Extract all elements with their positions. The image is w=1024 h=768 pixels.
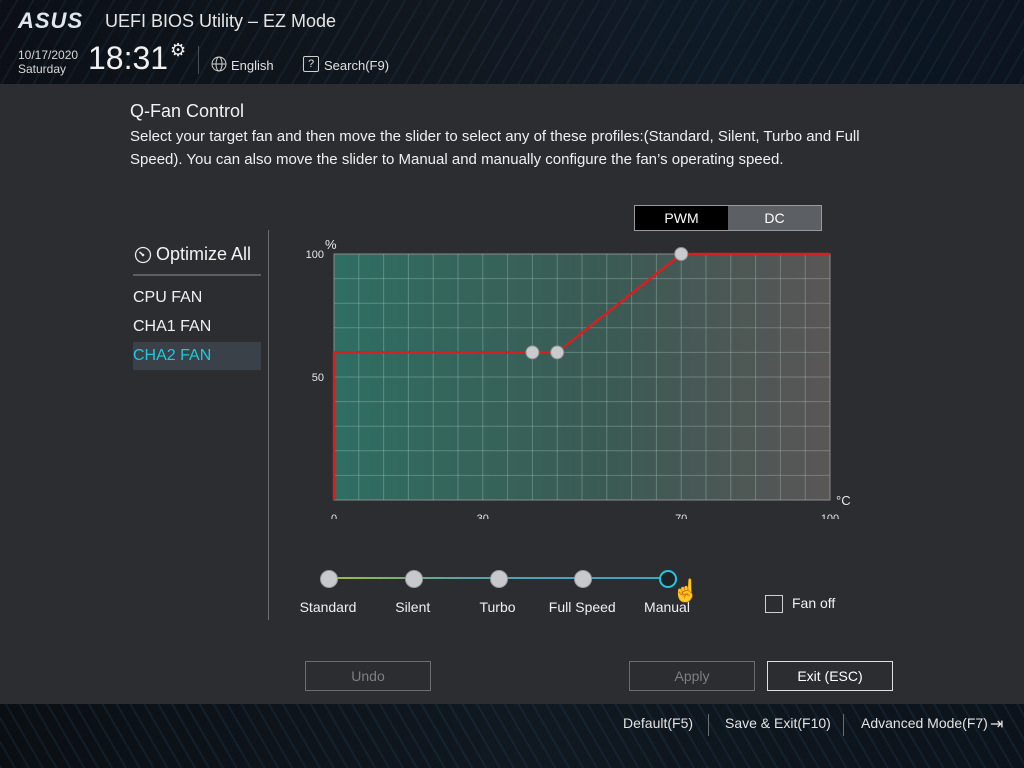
profile-knob-standard[interactable] bbox=[320, 570, 338, 588]
fan-item-cha1[interactable]: CHA1 FAN bbox=[133, 313, 261, 341]
save-exit-button[interactable]: Save & Exit(F10) bbox=[725, 715, 831, 731]
fan-curve-graph[interactable]: % °C 0 30 70 100 50 100 bbox=[300, 229, 860, 525]
gauge-icon bbox=[134, 246, 152, 263]
x-tick-label: 70 bbox=[675, 513, 687, 519]
curve-control-point[interactable] bbox=[550, 345, 565, 360]
day-text: Saturday bbox=[18, 62, 67, 76]
curve-control-point[interactable] bbox=[674, 247, 689, 261]
search-button[interactable]: Search(F9) bbox=[324, 58, 389, 73]
pwm-option[interactable]: PWM bbox=[635, 206, 728, 230]
profile-knob-full-speed[interactable] bbox=[574, 570, 593, 588]
footer-bar: Default(F5) Save & Exit(F10) Advanced Mo… bbox=[0, 704, 1024, 768]
profile-knob-turbo[interactable] bbox=[489, 570, 508, 588]
x-axis-label: °C bbox=[836, 493, 851, 508]
exit-door-icon[interactable]: ⇥ bbox=[990, 714, 1003, 734]
app-title: UEFI BIOS Utility – EZ Mode bbox=[105, 11, 337, 31]
qfan-title: Q-Fan Control bbox=[130, 101, 245, 121]
profile-label[interactable]: Full Speed bbox=[549, 599, 616, 615]
fan-item-cha2[interactable]: CHA2 FAN bbox=[133, 342, 261, 370]
curve-control-point[interactable] bbox=[525, 345, 540, 360]
x-tick-label: 0 bbox=[331, 513, 337, 519]
asus-logo: ASUS bbox=[18, 8, 84, 33]
pwm-dc-toggle[interactable]: PWM DC bbox=[634, 205, 822, 231]
fan-curve-svg[interactable]: % °C 0 30 70 100 50 100 bbox=[300, 229, 860, 525]
exit-button[interactable]: Exit (ESC) bbox=[767, 661, 893, 691]
date-text: 10/17/2020 bbox=[18, 48, 79, 62]
advanced-mode-button[interactable]: Advanced Mode(F7) bbox=[861, 715, 988, 731]
x-tick-label: 30 bbox=[477, 513, 489, 519]
divider bbox=[133, 274, 261, 276]
apply-button[interactable]: Apply bbox=[629, 661, 755, 691]
fan-off-label: Fan off bbox=[792, 595, 836, 611]
header-bar: ASUS UEFI BIOS Utility – EZ Mode 10/17/2… bbox=[0, 0, 1024, 84]
dc-option[interactable]: DC bbox=[728, 206, 821, 230]
question-box-icon[interactable]: ? bbox=[303, 56, 319, 72]
vertical-divider bbox=[268, 230, 269, 620]
hand-cursor-icon: ☝ bbox=[672, 578, 700, 603]
qfan-dialog: Q-Fan Control Select your target fan and… bbox=[0, 84, 1024, 704]
undo-button[interactable]: Undo bbox=[305, 661, 431, 691]
clock-time: 18:31 bbox=[88, 40, 169, 76]
profile-knob-silent[interactable] bbox=[404, 570, 423, 588]
y-tick-label: 100 bbox=[306, 249, 324, 261]
fan-off-checkbox[interactable] bbox=[765, 595, 783, 613]
profile-label[interactable]: Standard bbox=[300, 599, 357, 615]
fan-item-cpu[interactable]: CPU FAN bbox=[133, 284, 261, 312]
profile-label[interactable]: Turbo bbox=[479, 599, 515, 615]
default-button[interactable]: Default(F5) bbox=[623, 715, 693, 731]
y-axis-label: % bbox=[325, 237, 337, 252]
footer-separator bbox=[843, 714, 844, 736]
globe-icon[interactable] bbox=[211, 56, 227, 72]
gear-icon[interactable]: ⚙ bbox=[170, 40, 186, 61]
header-separator bbox=[198, 46, 199, 74]
optimize-all-label: Optimize All bbox=[156, 244, 252, 264]
x-tick-label: 100 bbox=[821, 513, 839, 519]
y-tick-label: 50 bbox=[312, 372, 324, 384]
footer-separator bbox=[708, 714, 709, 736]
qfan-description: Select your target fan and then move the… bbox=[130, 128, 860, 168]
profile-label[interactable]: Silent bbox=[395, 599, 430, 615]
language-selector[interactable]: English bbox=[231, 58, 274, 73]
optimize-all-button[interactable]: Optimize All bbox=[134, 244, 251, 265]
